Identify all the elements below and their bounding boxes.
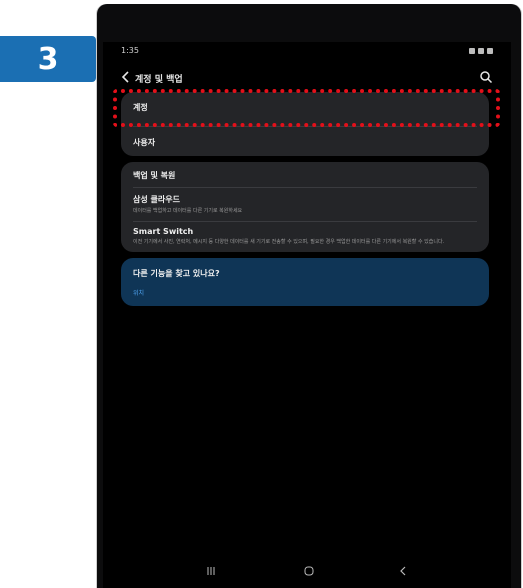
smart-switch-item[interactable]: Smart Switch 이전 기기에서 사진, 연락처, 메시지 등 다양한 …	[121, 222, 489, 246]
recent-apps-button[interactable]	[201, 566, 221, 584]
highlight-box	[113, 89, 500, 127]
suggestion-title: 다른 기능을 찾고 있나요?	[133, 269, 220, 278]
back-icon	[400, 566, 406, 576]
samsung-cloud-title: 삼성 클라우드	[133, 195, 180, 204]
navigation-bar	[103, 562, 511, 588]
smart-switch-subtitle: 이전 기기에서 사진, 연락처, 메시지 등 다양한 데이터를 새 기기로 전송…	[133, 239, 445, 245]
home-icon	[304, 566, 314, 576]
status-icons	[466, 46, 493, 55]
battery-icon	[487, 47, 493, 54]
smart-switch-title: Smart Switch	[133, 227, 194, 236]
backup-section-header: 백업 및 복원	[121, 162, 489, 181]
backup-section-title: 백업 및 복원	[133, 171, 176, 180]
device-screen: 1:35 계정 및 백업 계정 사용자 백업 및 복원 삼성 클라우드 데이터를…	[103, 42, 511, 588]
search-button[interactable]	[479, 70, 493, 84]
samsung-cloud-item[interactable]: 삼성 클라우드 데이터를 백업하고 데이터를 다른 기기로 복원하세요	[121, 188, 489, 215]
location-link[interactable]: 위치	[133, 288, 144, 297]
mute-icon	[469, 47, 475, 54]
tablet-device: 1:35 계정 및 백업 계정 사용자 백업 및 복원 삼성 클라우드 데이터를…	[97, 4, 521, 588]
users-item-label: 사용자	[133, 138, 156, 147]
search-icon	[480, 71, 493, 84]
users-item[interactable]: 사용자	[121, 127, 489, 157]
back-nav-button[interactable]	[393, 566, 413, 584]
status-time: 1:35	[121, 46, 139, 55]
home-button[interactable]	[299, 566, 319, 584]
app-header: 계정 및 백업	[121, 70, 493, 88]
step-number-badge: 3	[0, 36, 96, 82]
suggestion-card: 다른 기능을 찾고 있나요? 위치	[121, 258, 489, 306]
page-title: 계정 및 백업	[135, 75, 183, 85]
samsung-cloud-subtitle: 데이터를 백업하고 데이터를 다른 기기로 복원하세요	[133, 208, 243, 214]
chevron-left-icon	[121, 71, 129, 83]
recent-apps-icon	[207, 567, 215, 575]
backup-card: 백업 및 복원 삼성 클라우드 데이터를 백업하고 데이터를 다른 기기로 복원…	[121, 162, 489, 252]
wifi-icon	[478, 47, 484, 54]
back-button[interactable]	[121, 70, 131, 87]
status-bar: 1:35	[121, 46, 493, 60]
